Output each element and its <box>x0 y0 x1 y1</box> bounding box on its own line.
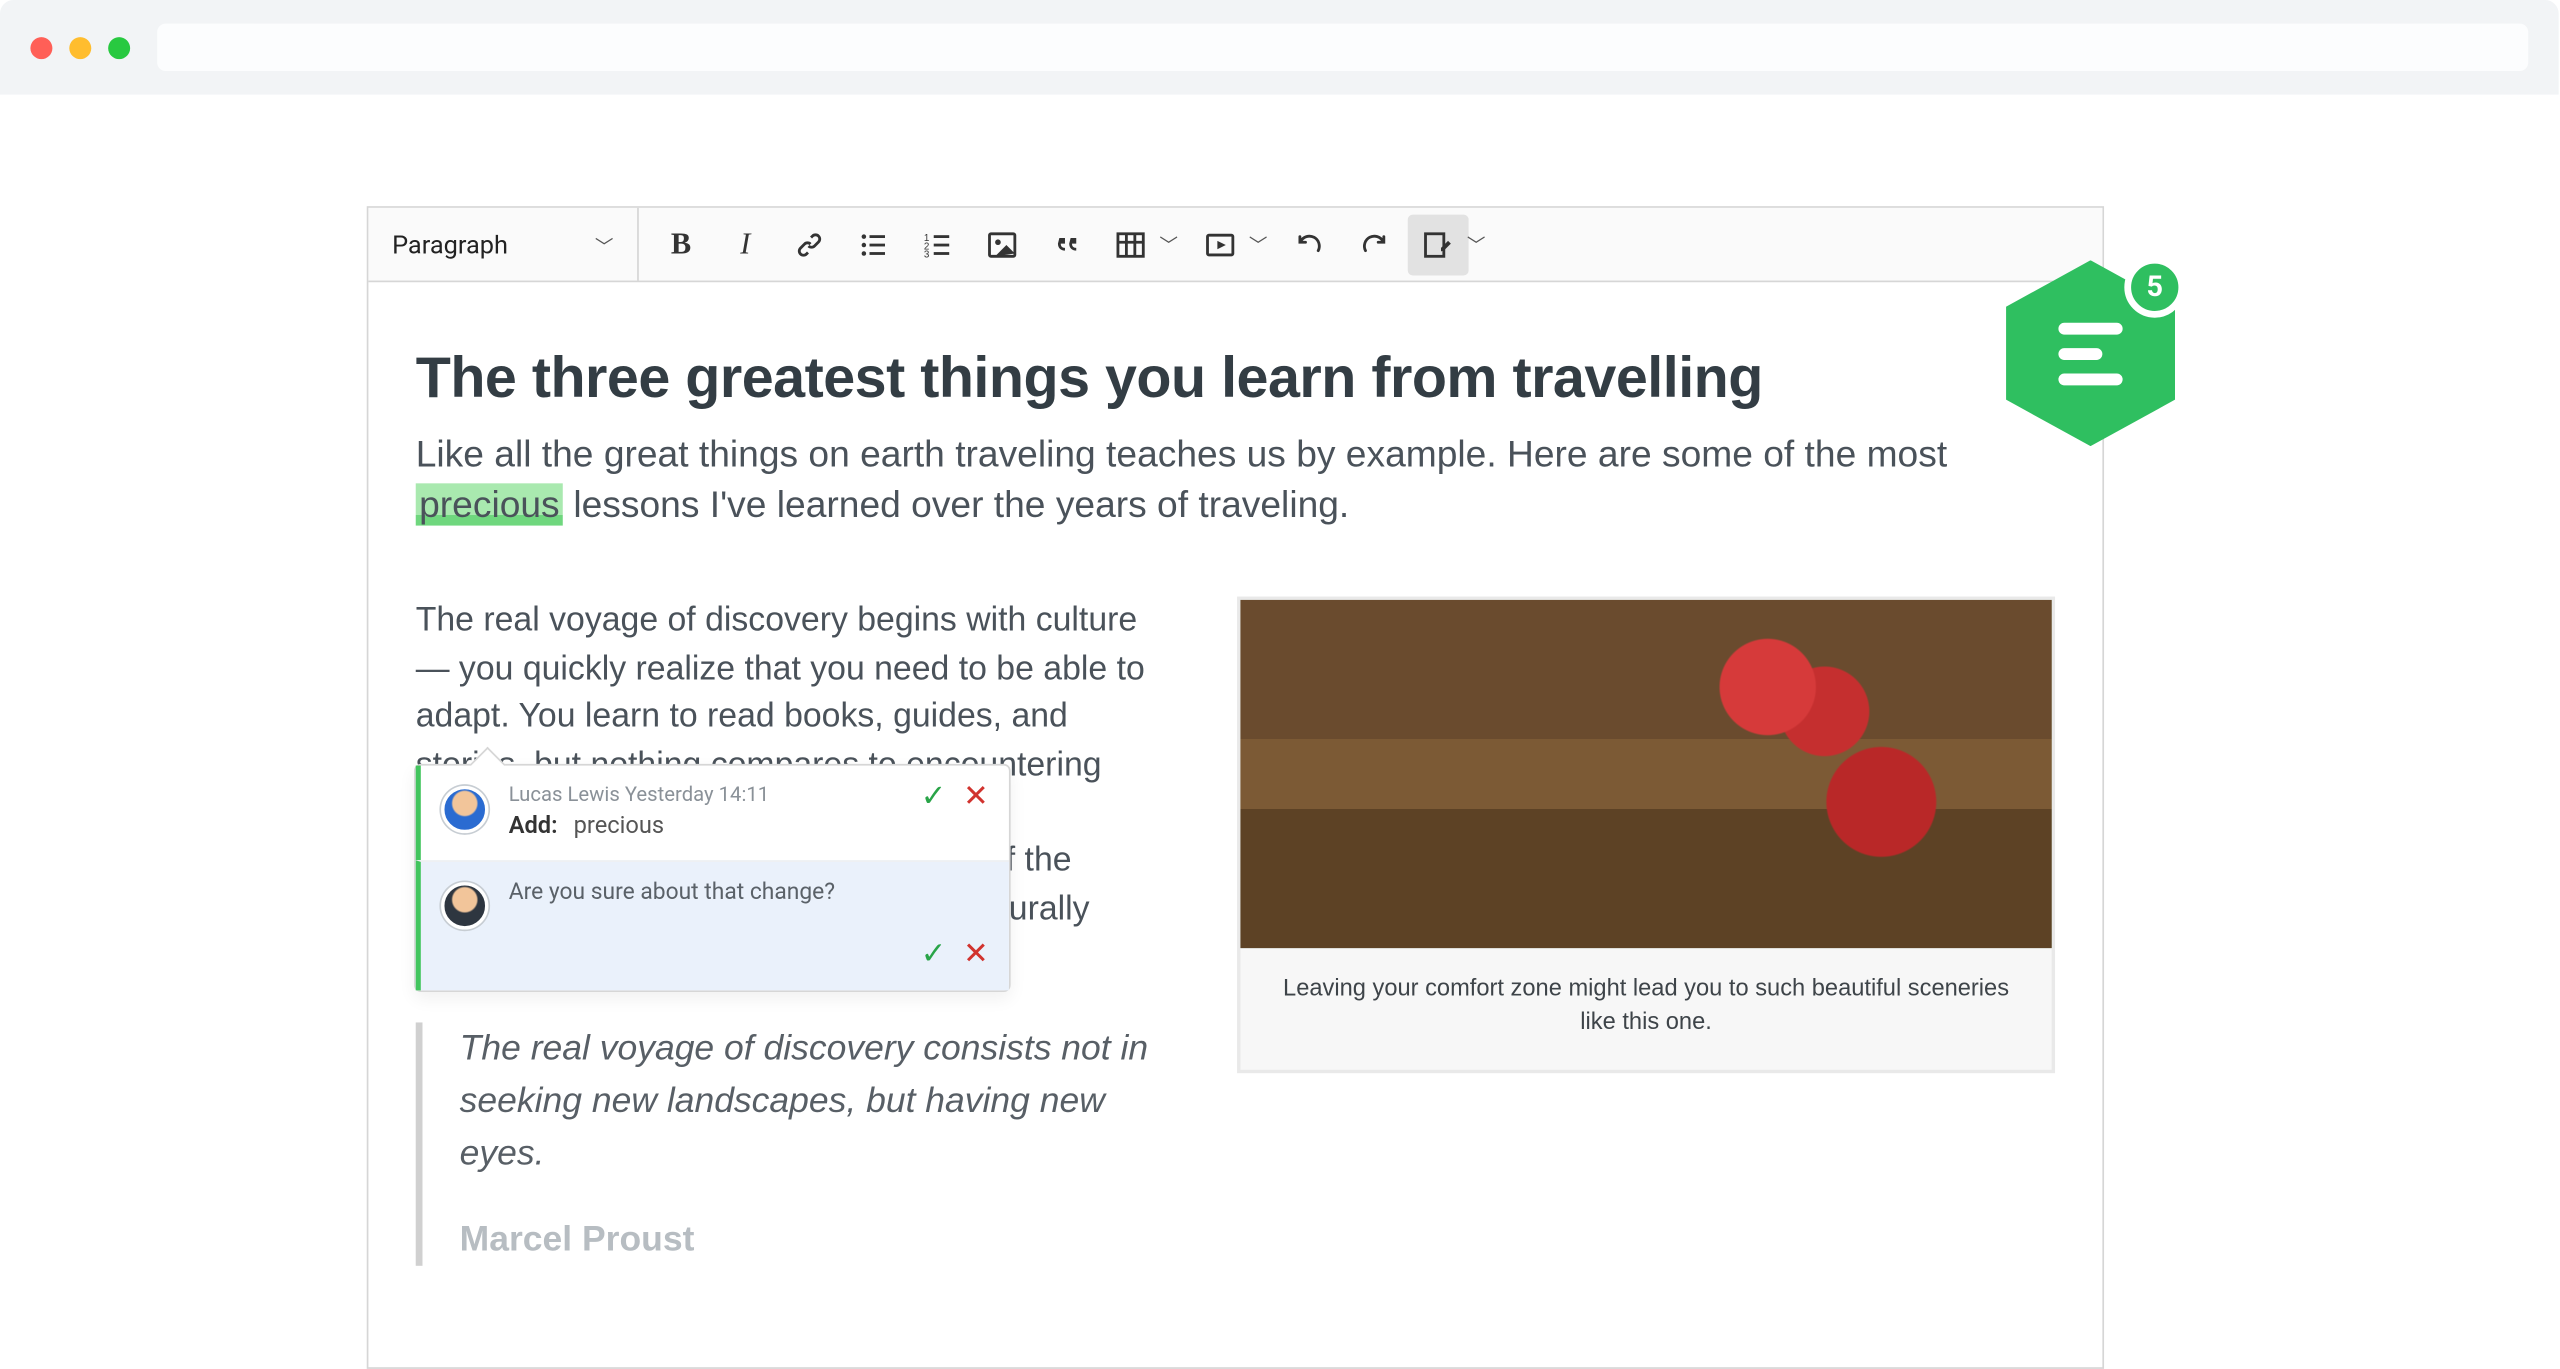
quote-text: The real voyage of discovery consists no… <box>460 1022 1170 1180</box>
submit-reply-button[interactable]: ✓ <box>921 940 947 970</box>
redo-button[interactable] <box>1344 214 1405 275</box>
document-title[interactable]: The three greatest things you learn from… <box>416 346 2055 412</box>
lead-text-after: lessons I've learned over the years of t… <box>563 483 1349 525</box>
bullet-list-icon <box>857 227 891 261</box>
image-icon <box>985 227 1019 261</box>
suggestion-mark[interactable]: precious <box>416 483 563 525</box>
link-button[interactable] <box>779 214 840 275</box>
numbered-list-icon: 123 <box>921 227 955 261</box>
redo-icon <box>1357 227 1391 261</box>
minimize-window-icon[interactable] <box>69 36 91 58</box>
avatar <box>441 882 488 929</box>
close-window-icon[interactable] <box>30 36 52 58</box>
table-button[interactable]: ﹀ <box>1100 214 1161 275</box>
quote-icon <box>1049 227 1083 261</box>
blockquote-button[interactable] <box>1036 214 1097 275</box>
figure-caption[interactable]: Leaving your comfort zone might lead you… <box>1240 949 2051 1069</box>
address-bar[interactable] <box>157 24 2528 71</box>
suggestion-action: Add: precious <box>509 813 901 840</box>
heading-label: Paragraph <box>392 229 508 259</box>
suggestion-popup: Lucas Lewis Yesterday 14:11 Add: preciou… <box>414 764 1011 992</box>
editor: Paragraph ﹀ B I 123 <box>367 206 2104 1368</box>
figure[interactable]: Leaving your comfort zone might lead you… <box>1237 597 2055 1072</box>
cancel-reply-button[interactable]: ✕ <box>963 940 989 970</box>
media-button[interactable]: ﹀ <box>1190 214 1251 275</box>
chevron-down-icon: ﹀ <box>1467 231 1486 258</box>
media-icon <box>1203 227 1237 261</box>
reply-card[interactable]: Are you sure about that change? ✓ ✕ <box>416 860 1009 990</box>
bullet-list-button[interactable] <box>843 214 904 275</box>
lead-paragraph[interactable]: Like all the great things on earth trave… <box>416 429 2055 529</box>
list-icon <box>2058 322 2122 385</box>
reject-button[interactable]: ✕ <box>963 782 989 812</box>
bold-button[interactable]: B <box>651 214 712 275</box>
reply-input[interactable]: Are you sure about that change? <box>509 879 989 906</box>
author-name: Lucas Lewis <box>509 782 620 806</box>
numbered-list-button[interactable]: 123 <box>908 214 969 275</box>
blockquote[interactable]: The real voyage of discovery consists no… <box>416 1022 1170 1266</box>
chevron-down-icon: ﹀ <box>1249 231 1268 258</box>
window-controls <box>30 36 130 58</box>
quote-author: Marcel Proust <box>460 1213 1170 1266</box>
chevron-down-icon: ﹀ <box>1159 231 1178 258</box>
action-label: Add: <box>509 813 558 840</box>
accept-button[interactable]: ✓ <box>921 782 947 812</box>
editor-toolbar: Paragraph ﹀ B I 123 <box>368 208 2102 282</box>
avatar <box>441 786 488 833</box>
toolbar-buttons: B I 123 <box>639 208 1506 281</box>
timestamp: Yesterday 14:11 <box>625 782 769 806</box>
svg-text:3: 3 <box>924 249 930 260</box>
pending-count-badge: 5 <box>2124 257 2185 318</box>
link-icon <box>793 227 827 261</box>
undo-icon <box>1293 227 1327 261</box>
track-changes-button[interactable]: ﹀ <box>1408 214 1469 275</box>
heading-dropdown[interactable]: Paragraph ﹀ <box>368 208 638 281</box>
lead-text-before: Like all the great things on earth trave… <box>416 433 1947 475</box>
action-value: precious <box>574 813 665 840</box>
suggestion-card[interactable]: Lucas Lewis Yesterday 14:11 Add: preciou… <box>416 766 1009 861</box>
suggestion-meta: Lucas Lewis Yesterday 14:11 <box>509 782 901 806</box>
undo-button[interactable] <box>1279 214 1340 275</box>
maximize-window-icon[interactable] <box>108 36 130 58</box>
table-icon <box>1114 227 1148 261</box>
page-body: 5 Paragraph ﹀ B I <box>0 105 2559 1325</box>
browser-chrome <box>0 0 2559 95</box>
figure-image[interactable] <box>1240 601 2051 949</box>
italic-button[interactable]: I <box>715 214 776 275</box>
track-changes-badge[interactable]: 5 <box>2006 260 2175 446</box>
image-button[interactable] <box>972 214 1033 275</box>
track-changes-icon <box>1421 227 1455 261</box>
chevron-down-icon: ﹀ <box>595 232 614 259</box>
